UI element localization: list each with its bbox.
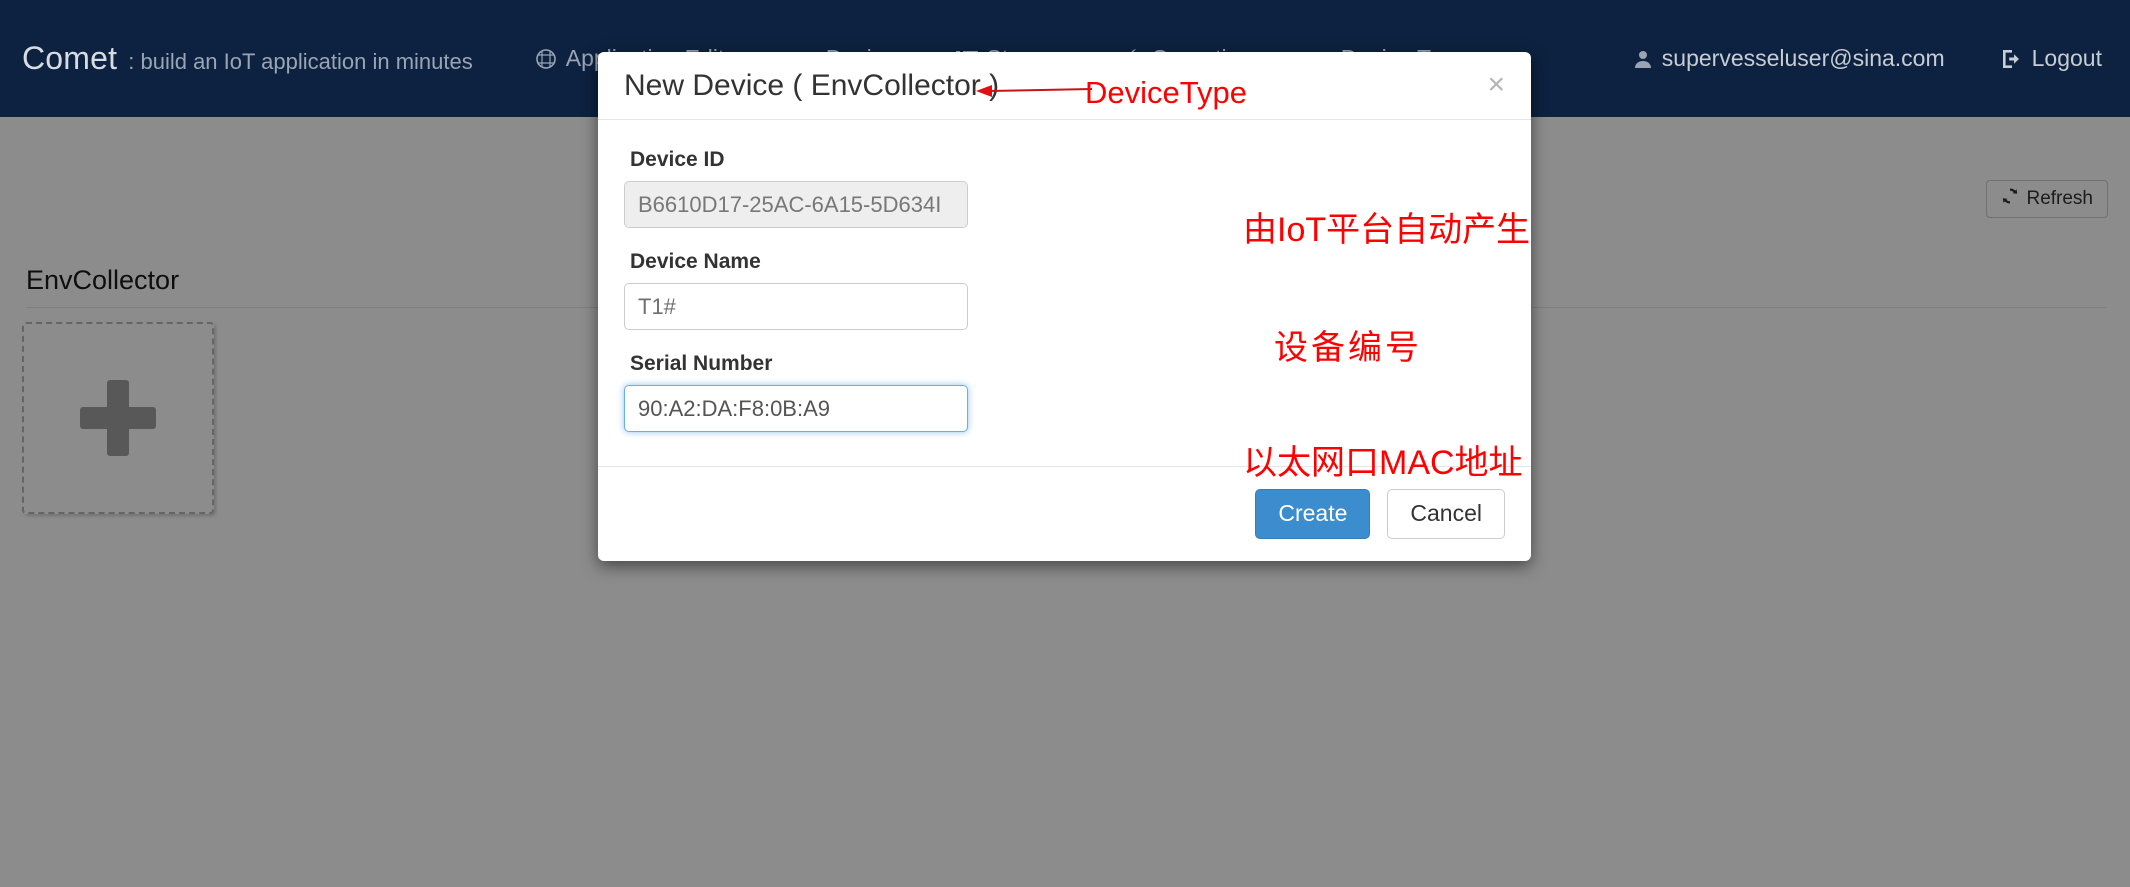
brand-tagline: : build an IoT application in minutes [128, 49, 473, 74]
user-icon [1633, 49, 1653, 69]
sign-out-icon [2001, 49, 2023, 69]
create-button[interactable]: Create [1255, 489, 1371, 539]
serial-number-input[interactable] [624, 385, 968, 432]
modal-body: Device ID Device Name Serial Number [598, 120, 1531, 466]
modal-header: New Device ( EnvCollector ) × [598, 52, 1531, 120]
network-nodes-icon [535, 48, 557, 70]
serial-number-label: Serial Number [630, 352, 773, 375]
modal-footer: Create Cancel [598, 466, 1531, 561]
form-group-device-name: Device Name [624, 250, 1505, 330]
brand-name: Comet [22, 40, 118, 76]
form-group-device-id: Device ID [624, 148, 1505, 228]
application-root: Comet : build an IoT application in minu… [0, 0, 2130, 887]
logout-label: Logout [2031, 45, 2102, 71]
user-email: supervesseluser@sina.com [1661, 45, 1945, 71]
brand[interactable]: Comet : build an IoT application in minu… [22, 40, 473, 77]
modal-title: New Device ( EnvCollector ) [624, 68, 1000, 102]
new-device-modal: New Device ( EnvCollector ) × Device ID … [598, 52, 1531, 561]
close-icon[interactable]: × [1483, 66, 1509, 104]
device-name-input[interactable] [624, 283, 968, 330]
device-id-label: Device ID [630, 148, 725, 171]
device-name-label: Device Name [630, 250, 761, 273]
cancel-button[interactable]: Cancel [1387, 489, 1505, 539]
form-group-serial-number: Serial Number [624, 352, 1505, 432]
nav-item-logout[interactable]: Logout [2001, 45, 2102, 72]
nav-right: supervesseluser@sina.com Logout [1577, 45, 2102, 72]
device-id-input [624, 181, 968, 228]
nav-item-user-account[interactable]: supervesseluser@sina.com [1633, 45, 1945, 72]
